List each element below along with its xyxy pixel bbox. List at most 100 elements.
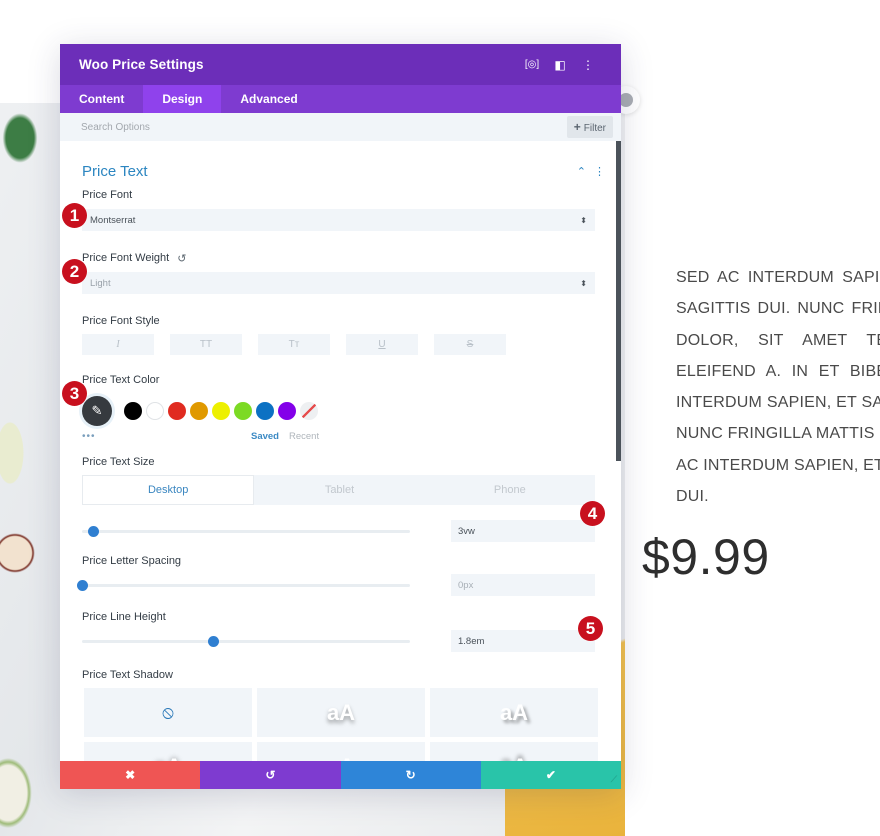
field-price-font: Price Font Montserrat ⬍: [60, 188, 621, 231]
letter-spacing-slider-thumb[interactable]: [76, 579, 88, 591]
globe-icon: [619, 93, 633, 107]
settings-scroll-area: Price Text ⌃ ⋮ Price Font Montserrat ⬍ P…: [60, 141, 621, 761]
swatch-white[interactable]: [146, 402, 164, 420]
line-height-slider-thumb[interactable]: [207, 635, 219, 647]
search-bar: +Filter: [60, 113, 621, 141]
uppercase-button[interactable]: TT: [170, 334, 242, 355]
select-arrows-icon: ⬍: [580, 278, 587, 288]
text-size-slider-thumb[interactable]: [87, 525, 99, 537]
underline-button[interactable]: U: [346, 334, 418, 355]
device-tab-tablet[interactable]: Tablet: [254, 475, 424, 505]
body-text-line: DUI.: [676, 488, 709, 506]
body-text: SED AC INTERDUM SAPIEN, ET SAGITTIS DUI.…: [676, 262, 880, 512]
field-price-text-color: Price Text Color ✎ ••• Saved Recent: [60, 373, 621, 444]
body-text-line: INTERDUM SAPIEN, ET SAGITTIS: [676, 394, 880, 412]
select-value: Light: [90, 277, 111, 289]
callout-4: 4: [580, 501, 605, 526]
reset-icon[interactable]: ↺: [177, 252, 186, 265]
settings-modal: Woo Price Settings [◎] ◧ ⋮ Content Desig…: [60, 44, 621, 789]
section-more-icon[interactable]: ⋮: [594, 165, 605, 178]
chevron-up-icon[interactable]: ⌃: [577, 165, 586, 178]
search-options-input[interactable]: [81, 121, 567, 133]
redo-button[interactable]: ↻: [340, 761, 481, 789]
plus-icon: +: [573, 120, 581, 134]
field-label: Price Text Color: [82, 374, 160, 386]
device-tab-phone[interactable]: Phone: [425, 475, 595, 505]
text-size-slider-track[interactable]: [82, 525, 410, 537]
field-label: Price Font Weight ↺: [82, 251, 595, 265]
text-shadow-options: ⦸ aA aA aA aA aA: [84, 688, 598, 761]
strikethrough-button[interactable]: S: [434, 334, 506, 355]
swatch-green[interactable]: [234, 402, 252, 420]
modal-tabs: Content Design Advanced: [60, 85, 621, 113]
shadow-preset-option[interactable]: aA: [84, 742, 252, 761]
callout-2: 2: [62, 259, 87, 284]
saved-colors-tab[interactable]: Saved: [251, 431, 279, 442]
device-tabs: Desktop Tablet Phone: [82, 475, 595, 505]
swatch-purple[interactable]: [278, 402, 296, 420]
shadow-preset-option[interactable]: aA: [257, 688, 425, 737]
tab-design[interactable]: Design: [143, 85, 222, 113]
body-text-line: AC INTERDUM SAPIEN, ET SAGITTIS: [676, 456, 880, 474]
modal-footer: ✖ ↺ ↻ ✔ ⟋: [60, 761, 621, 789]
check-icon: ✔: [545, 768, 556, 782]
no-shadow-icon: ⦸: [162, 702, 174, 722]
device-tab-desktop[interactable]: Desktop: [82, 475, 255, 505]
modal-title: Woo Price Settings: [79, 57, 204, 72]
callout-5: 5: [578, 616, 603, 641]
shadow-none-option[interactable]: ⦸: [84, 688, 252, 737]
modal-header: Woo Price Settings [◎] ◧ ⋮: [60, 44, 621, 85]
tab-content[interactable]: Content: [60, 85, 143, 113]
eyedropper-icon[interactable]: ✎: [82, 396, 112, 426]
split-view-icon[interactable]: ◧: [546, 58, 574, 72]
shadow-preset-option[interactable]: aA: [257, 742, 425, 761]
body-text-line: ELEIFEND A. IN ET BIBENDUM: [676, 362, 880, 380]
more-options-icon[interactable]: ⋮: [574, 58, 602, 72]
tab-advanced[interactable]: Advanced: [221, 85, 316, 113]
line-height-input[interactable]: [451, 630, 595, 652]
close-icon: ✖: [125, 768, 136, 782]
select-arrows-icon: ⬍: [580, 215, 587, 225]
undo-button[interactable]: ↺: [200, 761, 341, 789]
price-font-select[interactable]: Montserrat ⬍: [82, 209, 595, 231]
resize-handle-icon[interactable]: ⟋: [611, 774, 617, 785]
shadow-preset-option[interactable]: aA: [430, 742, 598, 761]
italic-button[interactable]: I: [82, 334, 154, 355]
more-colors-icon[interactable]: •••: [82, 431, 242, 442]
capitalize-button[interactable]: Tт: [258, 334, 330, 355]
filter-label: Filter: [583, 123, 606, 134]
undo-icon: ↺: [265, 768, 276, 782]
body-text-line: NUNC FRINGILLA MATTIS DOLOR: [676, 425, 880, 443]
color-swatches: ✎: [82, 394, 595, 428]
field-price-letter-spacing: Price Letter Spacing: [60, 554, 621, 596]
swatch-yellow[interactable]: [212, 402, 230, 420]
select-value: Montserrat: [90, 214, 136, 226]
line-height-slider-track[interactable]: [82, 635, 410, 647]
fullscreen-icon[interactable]: [◎]: [518, 59, 546, 70]
swatch-transparent[interactable]: [300, 402, 318, 420]
text-size-input[interactable]: [451, 520, 595, 542]
cancel-button[interactable]: ✖: [60, 761, 201, 789]
field-price-line-height: Price Line Height: [60, 610, 621, 652]
letter-spacing-input[interactable]: [451, 574, 595, 596]
font-style-buttons: I TT Tт U S: [82, 334, 595, 355]
letter-spacing-slider-track[interactable]: [76, 579, 410, 591]
recent-colors-tab[interactable]: Recent: [289, 431, 319, 442]
save-button[interactable]: ✔ ⟋: [480, 761, 621, 789]
swatch-red[interactable]: [168, 402, 186, 420]
filter-button[interactable]: + Filter: [566, 116, 613, 138]
swatch-orange[interactable]: [190, 402, 208, 420]
field-label: Price Letter Spacing: [82, 555, 182, 567]
swatch-black[interactable]: [124, 402, 142, 420]
shadow-preset-option[interactable]: aA: [430, 688, 598, 737]
redo-icon: ↻: [405, 768, 416, 782]
price-font-weight-select[interactable]: Light ⬍: [82, 272, 595, 294]
product-price: $9.99: [642, 529, 770, 585]
section-header-price-text[interactable]: Price Text ⌃ ⋮: [60, 141, 621, 187]
swatch-blue[interactable]: [256, 402, 274, 420]
body-text-line: SAGITTIS DUI. NUNC FRINGILLA: [676, 300, 880, 318]
field-label: Price Text Size: [82, 456, 155, 468]
line-height-range: [82, 630, 595, 652]
swatch-meta: ••• Saved Recent: [82, 428, 595, 444]
field-label-text: Price Font Weight: [82, 252, 170, 264]
